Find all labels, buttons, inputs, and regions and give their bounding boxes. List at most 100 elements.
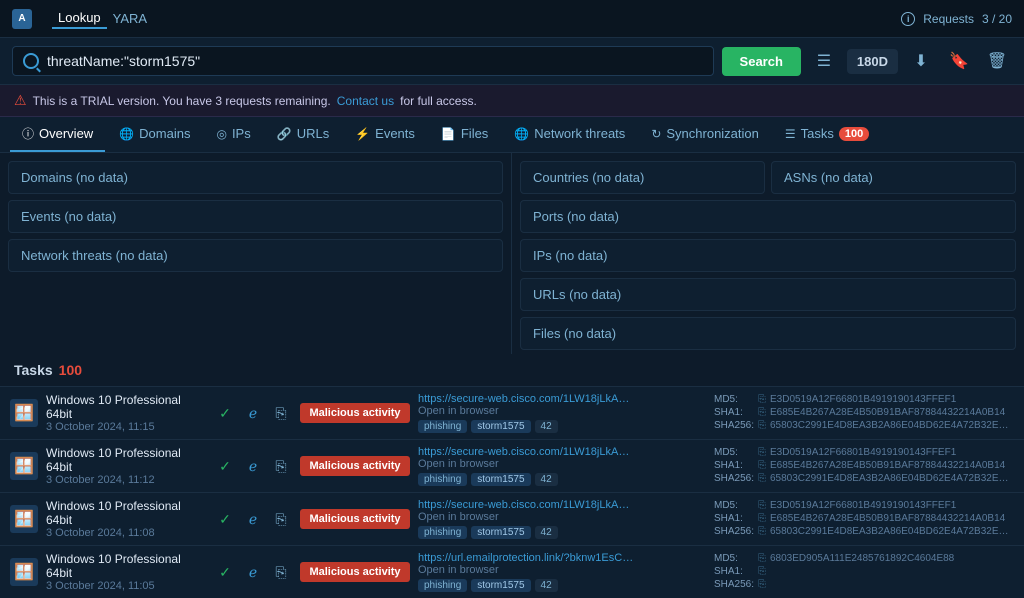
nav-lookup[interactable]: Lookup (52, 8, 107, 29)
task-url[interactable]: https://secure-web.cisco.com/1LW18jLkAMa… (418, 499, 638, 511)
requests-info: i Requests 3 / 20 (901, 12, 1012, 26)
browser-icon[interactable]: ℯ (242, 561, 264, 583)
nav-yara[interactable]: YARA (107, 9, 153, 28)
tag-storm: storm1575 (471, 579, 530, 592)
browser-icon[interactable]: ℯ (242, 402, 264, 424)
tab-urls-label: URLs (297, 126, 330, 141)
task-url-sub[interactable]: Open in browser (418, 564, 706, 576)
contact-link[interactable]: Contact us (337, 94, 394, 108)
search-input-wrapper[interactable]: threatName:"storm1575" (12, 46, 714, 76)
top-bar: A Lookup YARA i Requests 3 / 20 (0, 0, 1024, 38)
task-url-sub[interactable]: Open in browser (418, 511, 706, 523)
check-icon[interactable]: ✓ (214, 561, 236, 583)
ports-panel: Ports (no data) (520, 200, 1016, 233)
logo: A (12, 9, 32, 29)
task-tags: phishing storm1575 42 (418, 526, 706, 539)
files-panel-label: Files (no data) (533, 326, 616, 341)
tab-synchronization[interactable]: ↻ Synchronization (639, 118, 771, 151)
tasks-icon: ☰ (785, 127, 796, 141)
tag-storm: storm1575 (471, 420, 530, 433)
copy-task-icon[interactable]: ⎘ (270, 455, 292, 477)
tab-events[interactable]: ⚡ Events (343, 118, 427, 151)
tag-storm: storm1575 (471, 526, 530, 539)
copy-task-icon[interactable]: ⎘ (270, 508, 292, 530)
requests-label: Requests (923, 12, 974, 26)
tab-urls[interactable]: 🔗 URLs (265, 118, 341, 151)
trial-suffix: for full access. (400, 94, 477, 108)
tab-domains[interactable]: 🌐 Domains (107, 118, 202, 151)
tasks-count: 100 (59, 362, 82, 378)
check-icon[interactable]: ✓ (214, 508, 236, 530)
domains-panel-label: Domains (no data) (21, 170, 128, 185)
task-actions: ✓ ℯ ⎘ (214, 455, 292, 477)
files-icon: 📄 (441, 127, 456, 141)
warning-icon: ⚠ (14, 92, 27, 109)
task-hashes: MD5:⎘E3D0519A12F66801B4919190143FFEF1 SH… (714, 394, 1014, 433)
bookmark-icon[interactable]: 🔖 (944, 46, 974, 76)
countries-panel-label: Countries (no data) (533, 170, 644, 185)
task-date: 3 October 2024, 11:05 (46, 580, 206, 592)
task-url[interactable]: https://secure-web.cisco.com/1LW18jLkAMa… (418, 446, 638, 458)
tab-overview-label: Overview (39, 126, 93, 141)
os-icon: 🪟 (10, 505, 38, 533)
task-url[interactable]: https://url.emailprotection.link/?bknw1E… (418, 552, 638, 564)
ports-panel-label: Ports (no data) (533, 209, 619, 224)
table-row: 🪟 Windows 10 Professional 64bit 3 Octobe… (0, 386, 1024, 439)
domains-panel: Domains (no data) (8, 161, 503, 194)
task-info: Windows 10 Professional 64bit 3 October … (46, 446, 206, 486)
search-icon (23, 53, 39, 69)
os-icon: 🪟 (10, 558, 38, 586)
tab-network-threats[interactable]: 🌐 Network threats (502, 118, 637, 151)
task-url-sub[interactable]: Open in browser (418, 405, 706, 417)
task-name: Windows 10 Professional 64bit (46, 393, 206, 421)
urls-icon: 🔗 (277, 127, 292, 141)
copy-task-icon[interactable]: ⎘ (270, 561, 292, 583)
task-name: Windows 10 Professional 64bit (46, 446, 206, 474)
table-row: 🪟 Windows 10 Professional 64bit 3 Octobe… (0, 545, 1024, 598)
check-icon[interactable]: ✓ (214, 455, 236, 477)
task-url[interactable]: https://secure-web.cisco.com/1LW18jLkAMa… (418, 393, 638, 405)
tabs-bar: ⓘ Overview 🌐 Domains ◎ IPs 🔗 URLs ⚡ Even… (0, 117, 1024, 153)
search-query: threatName:"storm1575" (47, 53, 703, 69)
task-date: 3 October 2024, 11:08 (46, 527, 206, 539)
domains-icon: 🌐 (119, 127, 134, 141)
files-panel: Files (no data) (520, 317, 1016, 350)
verdict-badge: Malicious activity (300, 562, 410, 582)
tab-ips[interactable]: ◎ IPs (204, 118, 262, 151)
verdict-badge: Malicious activity (300, 403, 410, 423)
task-date: 3 October 2024, 11:15 (46, 421, 206, 433)
tag-phishing: phishing (418, 473, 467, 486)
asns-panel-label: ASNs (no data) (784, 170, 873, 185)
events-icon: ⚡ (355, 127, 370, 141)
period-badge[interactable]: 180D (847, 49, 898, 74)
task-info: Windows 10 Professional 64bit 3 October … (46, 393, 206, 433)
task-actions: ✓ ℯ ⎘ (214, 508, 292, 530)
tag-number: 42 (535, 526, 558, 539)
delete-icon[interactable]: 🗑 (982, 46, 1012, 76)
check-icon[interactable]: ✓ (214, 402, 236, 424)
tag-number: 42 (535, 420, 558, 433)
network-threats-panel-label: Network threats (no data) (21, 248, 168, 263)
copy-task-icon[interactable]: ⎘ (270, 402, 292, 424)
task-hashes: MD5:⎘E3D0519A12F66801B4919190143FFEF1 SH… (714, 500, 1014, 539)
countries-panel: Countries (no data) (520, 161, 765, 194)
browser-icon[interactable]: ℯ (242, 508, 264, 530)
search-button[interactable]: Search (722, 47, 801, 76)
task-url-sub[interactable]: Open in browser (418, 458, 706, 470)
browser-icon[interactable]: ℯ (242, 455, 264, 477)
overview-right-top: Countries (no data) ASNs (no data) (520, 161, 1016, 194)
logo-icon: A (12, 9, 32, 29)
tab-sync-label: Synchronization (666, 126, 759, 141)
events-panel-label: Events (no data) (21, 209, 116, 224)
tab-tasks[interactable]: ☰ Tasks 100 (773, 118, 881, 151)
verdict-badge: Malicious activity (300, 456, 410, 476)
tab-overview[interactable]: ⓘ Overview (10, 117, 105, 152)
trial-message: This is a TRIAL version. You have 3 requ… (33, 94, 331, 108)
ips-panel-label: IPs (no data) (533, 248, 607, 263)
tag-number: 42 (535, 473, 558, 486)
tab-files[interactable]: 📄 Files (429, 118, 500, 151)
tasks-header: Tasks 100 (0, 354, 1024, 386)
tab-files-label: Files (461, 126, 488, 141)
export-icon[interactable]: ☰ (809, 46, 839, 76)
download-icon[interactable]: ⬇ (906, 46, 936, 76)
